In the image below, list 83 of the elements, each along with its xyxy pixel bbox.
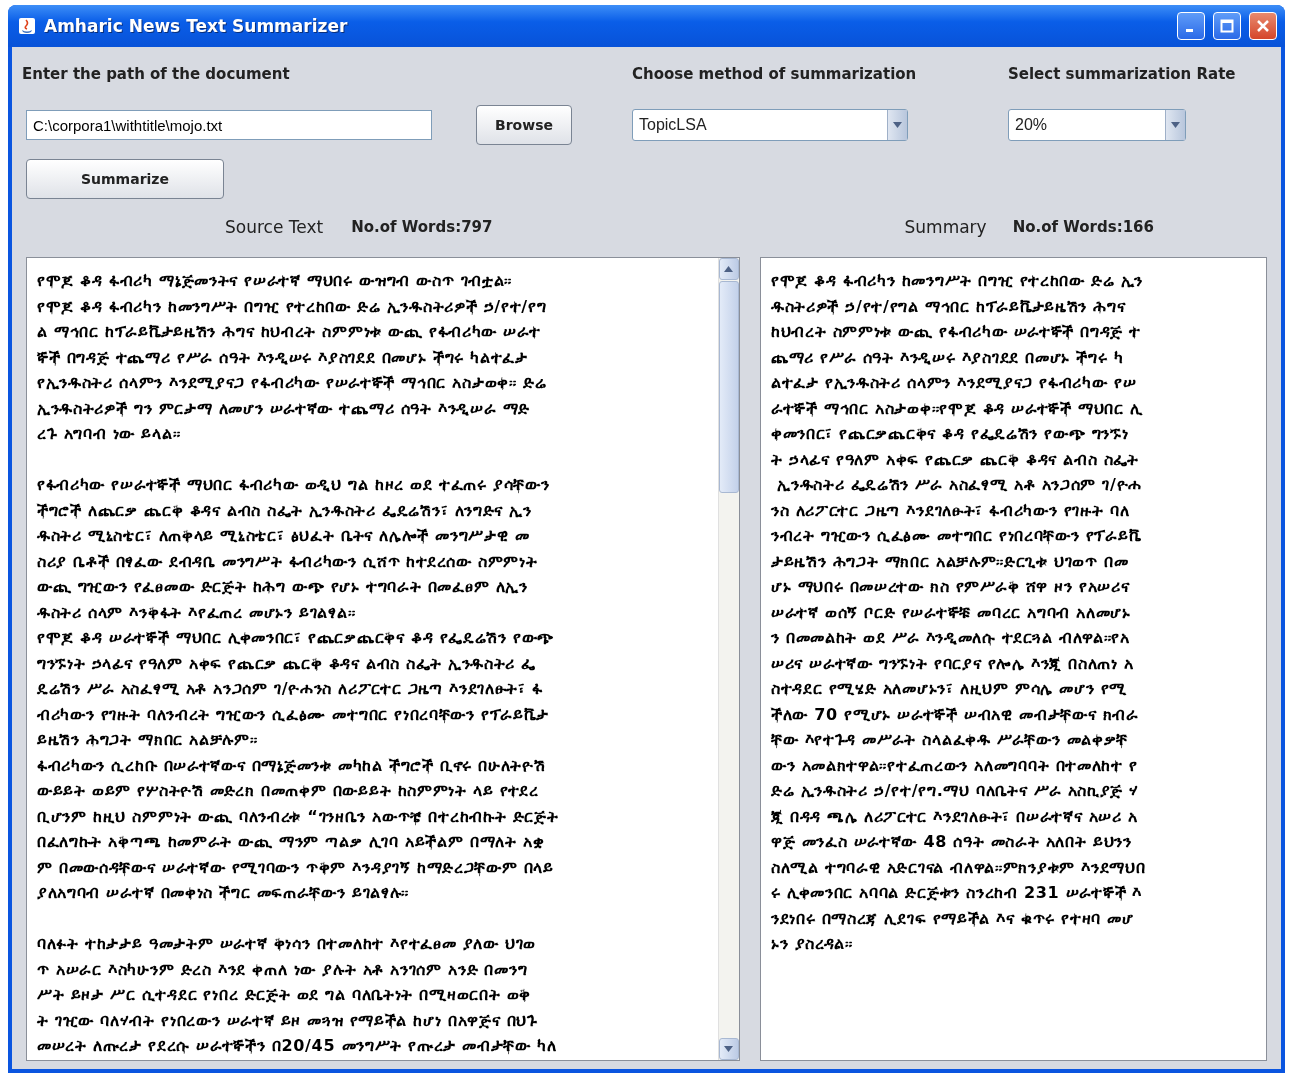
summary-word-count: No.of Words:166 bbox=[1012, 218, 1154, 236]
window-title: Amharic News Text Summarizer bbox=[44, 16, 349, 36]
text-line: መሠረት ለጡረታ የደረሱ ሠራተኞችን በ20/45 መንግሥት የጡረታ መብታቸው ካለ bbox=[37, 1035, 558, 1057]
text-line: ል ማኅበር ከፕራይቬታይዜሽን ሕግና ከህብረት ስምምነቱ ውጪ የፋብሪካው ሠራተ bbox=[37, 321, 542, 343]
maximize-icon bbox=[1220, 19, 1234, 33]
text-line: ቢሆንም ከዚህ ስምምነት ውጪ ባለንብረቱ “ገንዘቤን አውጥቼ በተረከብኩት ድርጅት bbox=[37, 805, 560, 828]
text-line: ሠራተኛ ወሰኝ ቦርድ የሠራተኞቹ መባረር አግባብ አለመሆኑ bbox=[770, 601, 1132, 624]
text-line: ን በመመልከት ወደ ሥራ እንዲመለሱ ተደርጓል ብለዋል።የአ bbox=[770, 627, 1131, 649]
up-arrow-icon bbox=[724, 266, 734, 272]
rate-dropdown[interactable]: 20% bbox=[1008, 109, 1186, 141]
text-line: የሞጆ ቆዳ ፋብሪካን ከመንግሥት በግዢ የተረከበው ድሬ ኢን bbox=[770, 270, 1145, 292]
text-line: የሞጆ ቆዳ ፋብሪካን ከመንግሥት በግዢ የተረከበው ድሬ ኢንዱስትሪዎች ኃ/የተ/የግ bbox=[37, 295, 548, 318]
source-text-area[interactable] bbox=[26, 257, 740, 1061]
path-label: Enter the path of the document bbox=[22, 65, 291, 83]
text-line: ሠሪና ሠራተኛው ግንኙነት የባርያና የሎሌ እንጂ በስለጠነ አ bbox=[770, 652, 1135, 675]
text-line: ሩ ሊቀመንበር አባባል ድርጅቱን ስንረከብ 231 ሠራተኞች እ bbox=[770, 882, 1144, 904]
text-line: ኑን ያስረዳል። bbox=[770, 933, 854, 955]
text-line: ውን አመልክተዋል።የተፈጠረውን አለመግባባት በተመለከተ የ bbox=[770, 754, 1139, 777]
browse-button[interactable]: Browse bbox=[476, 105, 572, 145]
down-arrow-icon bbox=[724, 1046, 734, 1052]
summary-text-area[interactable] bbox=[759, 257, 1267, 1061]
minimize-icon bbox=[1185, 28, 1193, 32]
text-line: ውይይት ወይም የሦስትዮሽ መድረክ በመጠቀም በውይይት ከስምምነት ላይ የተደረ bbox=[37, 780, 540, 802]
path-field[interactable]: C:\corpora1\withtitle\mojo.txt bbox=[26, 110, 432, 140]
text-line: ጂ በዳዳ ጫሌ ለሪፖርተር እንደገለፁት፣ በሠራተኛና አሠሪ አ bbox=[770, 805, 1139, 828]
text-line: ውጪ ግዢውን የፈፀመው ድርጅት ከሕግ ውጭ የሆኑ ተግባራት በመፈፀም ለኢን bbox=[37, 576, 529, 598]
source-word-count: No.of Words:797 bbox=[351, 218, 493, 236]
text-line: የሞጆ ቆዳ ሠራተኞች ማህበር ሊቀመንበር፣ የጨርቃጨርቅና ቆዳ የፌዴሬሽን የውጭ bbox=[37, 627, 556, 649]
text-line: ልተፈታ የኢንዱስትሪ ሰላምን እንደሚያናጋ የፋብሪካው የሠ bbox=[770, 372, 1138, 394]
summarize-button[interactable]: Summarize bbox=[26, 159, 224, 199]
text-line: የኢንዱስትሪ ሰላምን እንደሚያናጋ የፋብሪካው የሠራተኞች ማኅበር አስታወቀ። ድሬ bbox=[37, 372, 548, 394]
text-line: ባለፉት ተከታታይ ዓመታትም ሠራተኛ ቅነሳን በተመለከተ እየተፈፀመ ያለው ህገወ bbox=[37, 933, 538, 955]
text-line: ይዜሽን ሕግጋት ማክበር አልቻሉም። bbox=[37, 729, 259, 751]
text-line: ጨማሪ የሥራ ሰዓት እንዲሠሩ እያስገደደ በመሆኑ ችግሩ ካ bbox=[770, 346, 1125, 369]
app-icon bbox=[18, 17, 36, 35]
text-line: ንደነበሩ በማስረጃ ሊደገፍ የማይችል እና ቁጥሩ የተዛባ መሆ bbox=[770, 907, 1135, 930]
text-line: ግንኙነት ኃላፊና የዓለም አቀፍ የጨርቃ ጨርቅ ቆዳና ልብስ ስፌት ኢንዱስትሪ ፌ bbox=[37, 652, 537, 675]
text-line: ቀመንበር፣ የጨርቃጨርቅና ቆዳ የፌዴሬሽን የውጭ ግንኙነ bbox=[770, 423, 1130, 445]
text-line: ቸው እየተጉዳ መሥራት ስላልፈቀዱ ሥራቸውን መልቀቃቸ bbox=[770, 729, 1130, 751]
text-line: ዱስትሪዎች ኃ/የተ/የግል ማኅበር ከፕራይቬታይዜሽን ሕግና bbox=[770, 295, 1127, 318]
text-line: ከህብረት ስምምነቱ ውጪ የፋብሪካው ሠራተኞች በግዳጅ ተ bbox=[770, 321, 1143, 343]
text-line: ዱስትሪ ሚኒስቴር፣ ለጠቅላይ ሚኒስቴር፣ ፅህፈት ቤትና ለሌሎች መንግሥታዊ መ bbox=[37, 525, 531, 547]
text-line: ት ኃላፊና የዓለም አቀፍ የጨርቃ ጨርቅ ቆዳና ልብስ ስፌት bbox=[770, 448, 1140, 471]
maximize-button[interactable] bbox=[1213, 12, 1241, 40]
text-line: ጥ አሠራር እስካሁንም ድረስ እንደ ቀጠለ ነው ያሉት አቶ አንገሰም አንድ በመንግ bbox=[37, 958, 529, 981]
text-line: ስለሚል ተግባራዊ አድርገናል ብለዋል።ምክንያቱም እንደማህበ bbox=[770, 856, 1147, 879]
method-dropdown[interactable]: TopicLSA bbox=[632, 109, 908, 141]
text-line: ዋጅ መንፈስ ሠራተኛው 48 ሰዓት መስራት አለበት ይህንን bbox=[770, 831, 1133, 853]
text-line: ስሪያ ቤቶች በፃፈው ደብዳቤ መንግሥት ፋብሪካውን ሲሸጥ ከተደረሰው ስምምነት bbox=[37, 550, 539, 573]
text-line: ችግሮች ለጨርቃ ጨርቅ ቆዳና ልብስ ስፌት ኢንዱስትሪ ፌዴሬሽን፣ ለንግድና ኢን bbox=[37, 499, 533, 522]
text-line: ብሪካውን የገዙት ባለንብረት ግዢውን ሲፈፅሙ መተግበር የነበረባቸውን የፕራይቬታ bbox=[37, 703, 550, 726]
text-line: ኢንዱስትሪዎች ግን ምርታማ ለመሆን ሠራተኛው ተጨማሪ ሰዓት እንዲሠራ ማድ bbox=[37, 397, 532, 420]
text-line: ስተዳደር የሚሄድ አለመሆኑን፣ ለዚህም ምሳሌ መሆን የሚ bbox=[770, 678, 1129, 700]
rate-label: Select summarization Rate bbox=[1008, 65, 1237, 83]
text-line: ንስ ለሪፖርተር ጋዜጣ እንደገለፁት፣ ፋብሪካውን የገዙት ባለ bbox=[770, 499, 1131, 522]
method-label: Choose method of summarization bbox=[632, 65, 918, 83]
text-line: ራተኞች ማኅበር አስታወቀ።የሞጆ ቆዳ ሠራተኞች ማህበር ሊ bbox=[770, 397, 1144, 420]
text-line: ት ገዢው ባለሃብት የነበረውን ሠራተኛ ይዞ መጓዝ የማይችል ከሆነ በአዋጅና በህጉ bbox=[37, 1009, 539, 1032]
close-button[interactable] bbox=[1249, 12, 1277, 40]
text-line: ያለአግባብ ሠራተኛ በመቀነስ ችግር መፍጠራቸውን ይገልፃሉ። bbox=[37, 882, 411, 904]
down-arrow-icon bbox=[893, 122, 902, 128]
text-line: ኞች በግዳጅ ተጨማሪ የሥራ ሰዓት እንዲሠሩ እያስገደደ በመሆኑ ችግሩ ካልተፈታ bbox=[37, 346, 529, 369]
text-line: ታይዜሽን ሕግጋት ማክበር አልቻሉም።ድርጊቱ ህገወጥ በመ bbox=[770, 550, 1130, 573]
text-line: የሞጆ ቆዳ ፋብሪካ ማኔጅመንትና የሠራተኛ ማህበሩ ውዝግብ ውስጥ ገብቷል። bbox=[37, 270, 514, 292]
text-line: ፋብሪካውን ሲረከቡ በሠራተኛውና በማኔጅመንቱ መካከል ችግሮች ቢኖሩ በሁለትዮሽ bbox=[37, 754, 547, 777]
text-line: በፈለግኩት አቅጣጫ ከመምራት ውጪ ማንም ጣልቃ ሊገባ አይችልም በማለት አቋ bbox=[37, 831, 546, 853]
source-heading: Source Text bbox=[225, 217, 324, 237]
close-icon bbox=[1256, 19, 1270, 33]
scrollbar[interactable] bbox=[717, 258, 739, 1060]
text-line: ም በመውሰዳቸውና ሠራተኛው የሚገባውን ጥቅም እንዳያገኝ ከማድረጋቸውም በላይ bbox=[37, 856, 555, 879]
text-line: የፋብሪካው የሠራተኞች ማህበር ፋብሪካው ወዲህ ግል ከዞረ ወደ ተፈጠሩ ያሳቸውን bbox=[37, 474, 551, 496]
text-line: ዴሬሽን ሥራ አስፈፃሚ አቶ አንጋሰም ገ/ዮሐንስ ለሪፖርተር ጋዜጣ እንደገለፁት፣ ፋ bbox=[37, 678, 544, 700]
text-line: ሆኑ ማህበሩ በመሠረተው ክስ የምሥራቅ ሸዋ ዞን የአሠሪና bbox=[770, 576, 1131, 598]
summary-heading: Summary bbox=[904, 217, 987, 237]
text-line: ኢንዱስትሪ ፌዴሬሽን ሥራ አስፈፃሚ አቶ አንጋሰም ገ/ዮሐ bbox=[776, 474, 1143, 496]
text-line: ሥት ይዞታ ሥር ሲተዳደር የነበረ ድርጅት ወደ ግል ባለቤትነት በሚዛወርበት ወቅ bbox=[37, 984, 532, 1006]
down-arrow-icon bbox=[1171, 122, 1180, 128]
text-line: ችለው 70 የሚሆኑ ሠራተኞች ሠብአዊ መብታቸውና ክብራ bbox=[770, 703, 1140, 726]
text-line: ዱስትሪ ሰላም እንቅፋት እየፈጠረ መሆኑን ይገልፃል። bbox=[37, 601, 357, 624]
text-line: ድሬ ኢንዱስትሪ ኃ/የተ/የግ.ማህ ባለቤትና ሥራ አስኪያጅ ሃ bbox=[770, 780, 1140, 802]
minimize-button[interactable] bbox=[1177, 12, 1205, 40]
text-line: ረጉ አግባብ ነው ይላል። bbox=[37, 423, 182, 445]
text-line: ንብረት ግዢውን ሲፈፅሙ መተግበር የነበረባቸውን የፕራይቬ bbox=[770, 525, 1143, 547]
